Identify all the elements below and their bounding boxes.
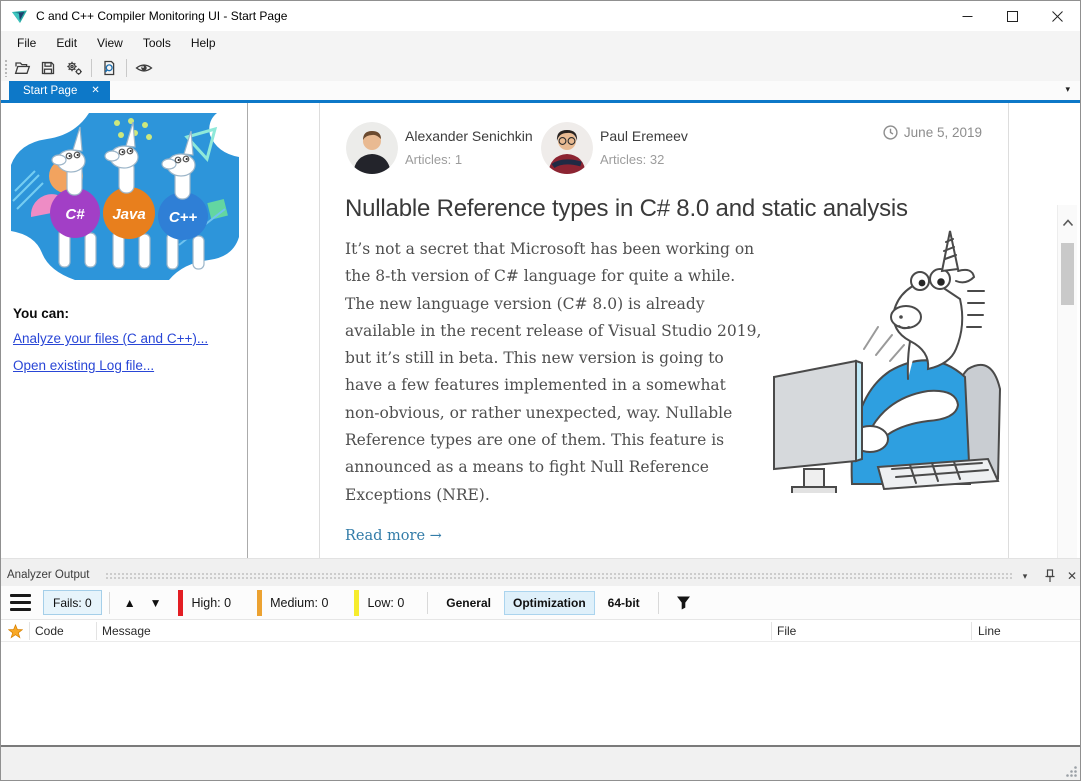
toolbar-separator — [658, 592, 659, 614]
scrollbar-thumb[interactable] — [1061, 243, 1074, 305]
main-toolbar — [1, 55, 1080, 81]
high-filter[interactable]: High: 0 — [178, 590, 247, 616]
article-title: Nullable Reference types in C# 8.0 and s… — [345, 195, 985, 223]
minimize-button[interactable] — [945, 1, 990, 31]
window-title: C and C++ Compiler Monitoring UI - Start… — [36, 9, 287, 23]
column-separator — [29, 622, 30, 640]
article-card: Alexander Senichkin Articles: 1 Paul Ere… — [319, 103, 1009, 558]
menu-edit[interactable]: Edit — [46, 32, 87, 54]
filter-funnel-icon[interactable] — [676, 596, 691, 610]
filter-64bit[interactable]: 64-bit — [599, 591, 649, 615]
panel-close-icon[interactable]: ✕ — [1063, 567, 1081, 585]
app-window: C and C++ Compiler Monitoring UI - Start… — [0, 0, 1081, 781]
file-column-header[interactable]: File — [777, 620, 796, 642]
menu-bar: File Edit View Tools Help — [1, 31, 1080, 55]
close-button[interactable] — [1035, 1, 1080, 31]
tab-strip: Start Page ✕ ▾ — [1, 81, 1080, 100]
tab-start-page[interactable]: Start Page ✕ — [9, 81, 110, 100]
star-icon — [8, 624, 23, 639]
analyzer-toolbar: Fails: 0 ▲ ▼ High: 0 Medium: 0 Low: 0 Ge… — [1, 586, 1080, 620]
main-area: C# Java — [1, 103, 1080, 558]
shirt-label-csharp: C# — [65, 206, 85, 223]
author-articles-count: Articles: 1 — [405, 152, 462, 167]
low-filter[interactable]: Low: 0 — [354, 590, 420, 616]
read-more-link[interactable]: Read more → — [345, 528, 442, 544]
analyzer-panel-titlebar: Analyzer Output ▾ ✕ — [1, 566, 1080, 586]
post-date: June 5, 2019 — [883, 125, 982, 140]
tab-overflow-caret-icon[interactable]: ▾ — [1065, 84, 1070, 95]
menu-tools[interactable]: Tools — [133, 32, 181, 54]
code-column-header[interactable]: Code — [35, 620, 64, 642]
article-body: It’s not a secret that Microsoft has bee… — [345, 236, 765, 509]
shirt-label-java: Java — [112, 206, 145, 223]
toolbar-grip — [4, 59, 9, 77]
maximize-button[interactable] — [990, 1, 1035, 31]
author-name: Alexander Senichkin — [405, 128, 533, 144]
clock-icon — [883, 125, 898, 140]
panel-drag-grip — [105, 572, 1012, 581]
save-icon[interactable] — [36, 56, 60, 80]
analyzer-panel-title: Analyzer Output — [7, 569, 89, 581]
toolbar-separator — [126, 59, 127, 77]
unicorn-at-computer-illustration — [760, 229, 1012, 493]
message-column-header[interactable]: Message — [102, 620, 151, 642]
favorite-column-header[interactable] — [1, 620, 29, 642]
low-severity-bar — [354, 590, 359, 616]
start-page-sidebar: C# Java — [1, 103, 248, 558]
high-severity-bar — [178, 590, 183, 616]
results-table-body — [1, 642, 1080, 745]
results-header-row: Code Message File Line — [1, 620, 1080, 642]
author-avatar-2 — [541, 122, 593, 174]
author-articles-count: Articles: 32 — [600, 152, 664, 167]
fails-toggle[interactable]: Fails: 0 — [43, 590, 102, 615]
menu-help[interactable]: Help — [181, 32, 226, 54]
sidebar-heading: You can: — [13, 306, 69, 321]
panel-menu-caret-icon[interactable]: ▾ — [1016, 567, 1034, 585]
app-logo-icon — [11, 8, 28, 25]
panel-splitter[interactable] — [1, 558, 1080, 566]
scroll-up-icon[interactable] — [1058, 213, 1077, 232]
toolbar-separator — [427, 592, 428, 614]
settings-gears-icon[interactable] — [62, 56, 86, 80]
post-date-text: June 5, 2019 — [904, 125, 982, 140]
menu-file[interactable]: File — [7, 32, 46, 54]
column-separator — [971, 622, 972, 640]
open-log-link[interactable]: Open existing Log file... — [13, 358, 154, 373]
open-folder-icon[interactable] — [10, 56, 34, 80]
menu-view[interactable]: View — [87, 32, 133, 54]
toolbar-separator — [91, 59, 92, 77]
analyze-files-link[interactable]: Analyze your files (C and C++)... — [13, 331, 208, 346]
filter-general[interactable]: General — [437, 591, 500, 615]
column-separator — [771, 622, 772, 640]
analyze-document-icon[interactable] — [97, 56, 121, 80]
column-separator — [96, 622, 97, 640]
unicorns-promo-image: C# Java — [11, 113, 239, 280]
filter-optimization[interactable]: Optimization — [504, 591, 595, 615]
tab-label: Start Page — [23, 85, 77, 97]
medium-severity-bar — [257, 590, 262, 616]
resize-grip[interactable] — [1064, 764, 1078, 778]
status-bar — [1, 747, 1080, 780]
eye-monitoring-icon[interactable] — [132, 56, 156, 80]
author-name: Paul Eremeev — [600, 128, 688, 144]
shirt-label-cpp: C++ — [169, 209, 198, 226]
author-avatar-1 — [346, 122, 398, 174]
line-column-header[interactable]: Line — [978, 620, 1001, 642]
toolbar-separator — [109, 592, 110, 614]
title-bar: C and C++ Compiler Monitoring UI - Start… — [1, 1, 1080, 31]
panel-pin-icon[interactable] — [1041, 567, 1059, 585]
medium-filter[interactable]: Medium: 0 — [257, 590, 344, 616]
prev-message-icon[interactable]: ▲ — [117, 596, 143, 610]
next-message-icon[interactable]: ▼ — [143, 596, 169, 610]
tab-close-icon[interactable]: ✕ — [91, 85, 99, 96]
analyzer-menu-icon[interactable] — [10, 594, 31, 611]
